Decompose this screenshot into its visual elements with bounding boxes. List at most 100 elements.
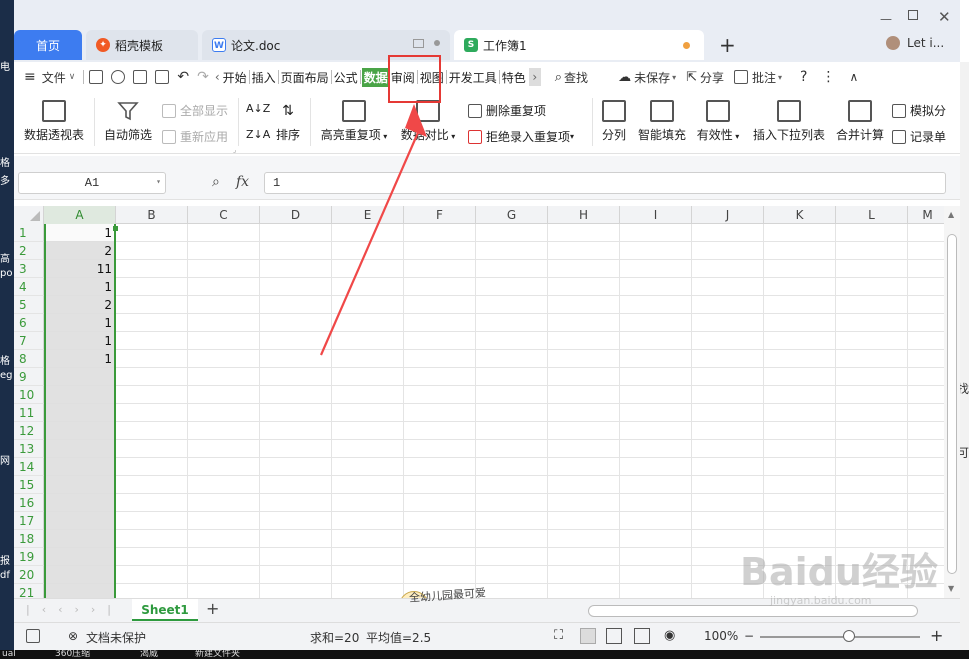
sheet-nav-icons[interactable]: |‹‹››| (26, 603, 123, 616)
grid-cell[interactable] (188, 242, 260, 260)
grid-cell[interactable] (404, 386, 476, 404)
grid-cell[interactable] (332, 404, 404, 422)
grid-cell[interactable] (548, 224, 620, 242)
grid-cell[interactable] (908, 314, 944, 332)
grid-cell[interactable] (260, 260, 332, 278)
grid-cell[interactable] (836, 512, 908, 530)
grid-cell[interactable] (404, 548, 476, 566)
grid-cell[interactable] (332, 350, 404, 368)
grid-cell[interactable] (764, 512, 836, 530)
grid-cell[interactable] (116, 224, 188, 242)
grid-cell[interactable] (908, 458, 944, 476)
vertical-scrollbar[interactable]: ▲ ▼ (944, 206, 960, 598)
sum-status[interactable]: 求和=20 (310, 629, 359, 646)
protect-status[interactable]: 文档未保护 (86, 629, 146, 646)
grid-cell[interactable] (764, 530, 836, 548)
grid-cell[interactable] (260, 224, 332, 242)
delete-duplicates-button[interactable]: 删除重复项 (468, 102, 546, 119)
grid-cell[interactable] (836, 296, 908, 314)
sort-desc-icon[interactable]: Z↓A (246, 128, 270, 141)
grid-cell[interactable] (260, 350, 332, 368)
grid-cell[interactable] (692, 476, 764, 494)
grid-cell[interactable] (476, 422, 548, 440)
pivot-table-button[interactable]: 数据透视表 (22, 100, 86, 143)
avatar[interactable] (886, 36, 900, 50)
grid-cell[interactable] (548, 548, 620, 566)
column-header[interactable]: G (476, 206, 548, 224)
grid-cell[interactable] (548, 422, 620, 440)
row-header[interactable]: 5 (14, 296, 44, 314)
grid-cell[interactable] (764, 350, 836, 368)
grid-cell[interactable] (548, 440, 620, 458)
grid-cell[interactable] (836, 278, 908, 296)
grid-cell[interactable] (404, 296, 476, 314)
tab-page-layout[interactable]: 页面布局 (280, 69, 330, 86)
grid-cell[interactable] (548, 260, 620, 278)
grid-cell[interactable] (764, 332, 836, 350)
share-button[interactable]: 分享 (700, 69, 724, 86)
row-header[interactable]: 17 (14, 512, 44, 530)
tab-home[interactable]: 首页 (14, 30, 82, 60)
row-header[interactable]: 21 (14, 584, 44, 598)
grid-cell[interactable] (836, 440, 908, 458)
grid-cell[interactable] (764, 278, 836, 296)
grid-cell[interactable] (332, 458, 404, 476)
grid-cell[interactable] (404, 530, 476, 548)
chevron-down-icon[interactable]: ▾ (778, 73, 782, 82)
grid-cell[interactable] (332, 314, 404, 332)
grid-cell[interactable] (620, 512, 692, 530)
grid-cell[interactable] (116, 584, 188, 598)
grid-cell[interactable] (476, 512, 548, 530)
status-icon[interactable] (26, 629, 40, 643)
column-header[interactable]: A (44, 206, 116, 224)
grid-cell[interactable] (764, 440, 836, 458)
smart-fill-button[interactable]: 智能填充 (636, 100, 688, 143)
grid-cell[interactable] (476, 566, 548, 584)
grid-cell[interactable] (116, 458, 188, 476)
grid-cell[interactable] (332, 512, 404, 530)
grid-cell[interactable] (332, 224, 404, 242)
grid-cell[interactable] (836, 530, 908, 548)
grid-cell[interactable] (332, 422, 404, 440)
grid-cell[interactable] (836, 422, 908, 440)
grid-cell[interactable] (836, 314, 908, 332)
grid-cell[interactable] (476, 440, 548, 458)
grid-cell[interactable] (908, 476, 944, 494)
grid-cell[interactable] (476, 350, 548, 368)
row-header[interactable]: 12 (14, 422, 44, 440)
grid-cell[interactable] (260, 548, 332, 566)
grid-cell[interactable] (548, 278, 620, 296)
help-icon[interactable]: ? (800, 69, 807, 85)
grid-cell[interactable] (548, 458, 620, 476)
grid-cell[interactable] (260, 512, 332, 530)
grid-cell[interactable] (692, 440, 764, 458)
row-header[interactable]: 11 (14, 404, 44, 422)
grid-cell[interactable] (260, 278, 332, 296)
grid-cell[interactable] (476, 368, 548, 386)
grid-cell[interactable] (836, 386, 908, 404)
column-header[interactable]: M (908, 206, 944, 224)
grid-cell[interactable] (260, 422, 332, 440)
grid-cell[interactable] (116, 476, 188, 494)
zoom-out-icon[interactable]: − (744, 629, 754, 643)
grid-cell[interactable] (548, 386, 620, 404)
save-icon[interactable] (89, 70, 104, 84)
grid-cell[interactable] (404, 440, 476, 458)
close-icon[interactable]: ✕ (938, 8, 951, 26)
search-button[interactable]: 查找 (564, 69, 588, 86)
grid-cell[interactable] (836, 476, 908, 494)
record-form-button[interactable]: 记录单 (892, 128, 946, 145)
avg-status[interactable]: 平均值=2.5 (366, 629, 431, 646)
column-header[interactable]: J (692, 206, 764, 224)
grid-cell[interactable] (548, 350, 620, 368)
column-header[interactable]: I (620, 206, 692, 224)
grid-cell[interactable] (620, 494, 692, 512)
tab-special[interactable]: 特色 (501, 69, 527, 86)
grid-cell[interactable] (476, 458, 548, 476)
grid-cell[interactable] (260, 476, 332, 494)
grid-cell[interactable] (548, 332, 620, 350)
grid-cell[interactable] (764, 476, 836, 494)
grid-cell[interactable] (620, 350, 692, 368)
monitor-icon[interactable] (413, 39, 424, 48)
grid-cell[interactable] (620, 584, 692, 598)
